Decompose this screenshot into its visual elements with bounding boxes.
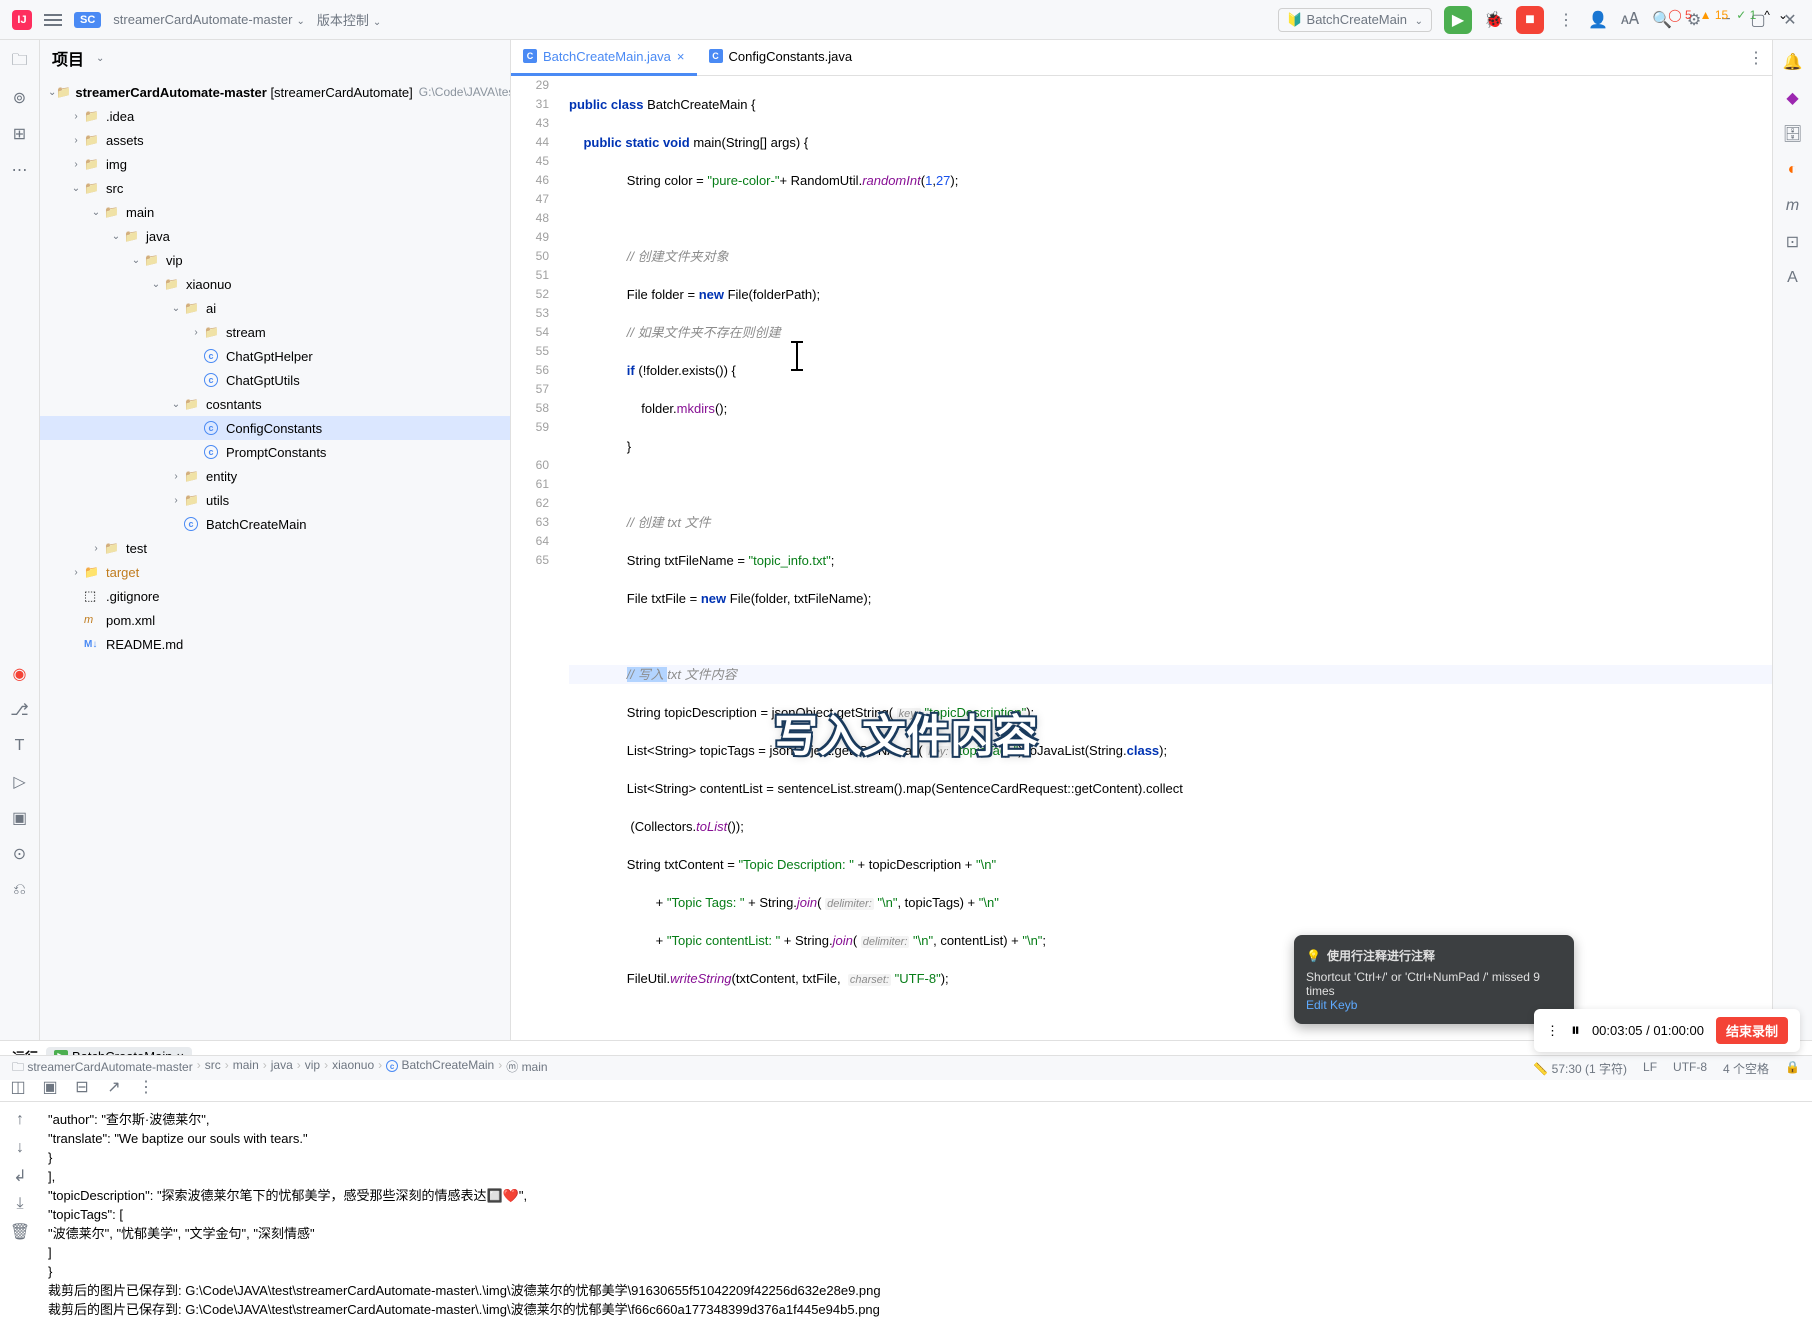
project-badge[interactable]: SC [74,12,101,28]
red-tool-icon[interactable]: ◉ [10,664,30,684]
run-config-selector[interactable]: 🔰 BatchCreateMain ⌄ [1278,8,1432,32]
recording-bar: ⋮ ⏸ 00:03:05 / 01:00:00 结束录制 [1534,1009,1800,1052]
tree-vip[interactable]: ⌄vip [40,248,510,272]
run-tb-3[interactable]: ⊟ [72,1077,92,1097]
debug-button[interactable]: 🐞 [1484,10,1504,30]
breadcrumb[interactable]: 🗀 streamerCardAutomate-master› src› main… [12,1058,548,1079]
tree-main[interactable]: ⌄main [40,200,510,224]
notif-icon[interactable]: 🔔 [1783,52,1803,72]
tree-xiaonuo[interactable]: ⌄xiaonuo [40,272,510,296]
cursor-pos: 📏 57:30 (1 字符) [1533,1060,1627,1077]
run-tb-1[interactable]: ◫ [8,1077,28,1097]
lock-icon[interactable]: 🔒 [1785,1060,1800,1077]
right-tool-1[interactable]: ◆ [1783,88,1803,108]
problems-tool-icon[interactable]: ⊙ [10,844,30,864]
tree-entity[interactable]: ›entity [40,464,510,488]
project-tool-icon[interactable]: 🗀 [10,52,30,72]
codewith-icon[interactable]: 👤 [1588,10,1608,30]
translate-icon[interactable]: 🗚 [1620,10,1640,30]
tab-menu-icon[interactable]: ⋮ [1752,48,1772,68]
tab-batchcreatemain[interactable]: CBatchCreateMain.java× [511,40,697,76]
pause-record-icon[interactable]: ⏸ [1571,1020,1580,1041]
tree-img[interactable]: ›img [40,152,510,176]
run-scroll-icon[interactable]: ⤓ [10,1194,30,1214]
run-tb-4[interactable]: ↗ [104,1077,124,1097]
tree-src[interactable]: ⌄src [40,176,510,200]
project-panel-title: 项目 [52,46,84,70]
issues-indicator[interactable]: ◯ 5 ▲ 15 ✓ 1 ^⌄ [1668,8,1788,22]
encoding[interactable]: UTF-8 [1673,1060,1707,1077]
play-tool-icon[interactable]: ▷ [10,772,30,792]
more-icon[interactable]: ⋮ [1556,10,1576,30]
stop-record-button[interactable]: 结束录制 [1716,1017,1788,1044]
record-settings-icon[interactable]: ⋮ [1546,1023,1559,1039]
tree-idea[interactable]: ›.idea [40,104,510,128]
keymap-tip: 💡使用行注释进行注释 Shortcut 'Ctrl+/' or 'Ctrl+Nu… [1294,935,1574,1024]
edit-keyb-link[interactable]: Edit Keyb [1306,998,1357,1012]
indent[interactable]: 4 个空格 [1723,1060,1769,1077]
right-tool-3[interactable]: ◐ [1783,160,1803,180]
tree-promptconstants[interactable]: PromptConstants [40,440,510,464]
right-tool-2[interactable]: 🗄 [1783,124,1803,144]
vcs-dropdown[interactable]: 版本控制⌄ [317,10,381,29]
stop-button[interactable]: ■ [1516,6,1544,34]
gutter: 29 31 43 44 45 46 47 48 49 50 51 52 53 5… [511,76,561,1040]
tree-utils[interactable]: ›utils [40,488,510,512]
terminal-tool-icon[interactable]: ▣ [10,808,30,828]
tree-chatgptutils[interactable]: ChatGptUtils [40,368,510,392]
tree-assets[interactable]: ›assets [40,128,510,152]
app-logo: IJ [12,10,32,30]
project-tree[interactable]: ⌄ streamerCardAutomate-master [streamerC… [40,76,510,1040]
t-tool-icon[interactable]: T [10,736,30,756]
run-down-icon[interactable]: ↓ [10,1138,30,1158]
tree-java[interactable]: ⌄java [40,224,510,248]
line-sep[interactable]: LF [1643,1060,1657,1077]
run-wrap-icon[interactable]: ↲ [10,1166,30,1186]
tree-readme[interactable]: M↓README.md [40,632,510,656]
tree-pomxml[interactable]: mpom.xml [40,608,510,632]
tree-stream[interactable]: ›stream [40,320,510,344]
record-time: 00:03:05 / 01:00:00 [1592,1023,1704,1038]
video-subtitle: 写入文件内容 [774,700,1038,764]
lightbulb-icon: 💡 [1306,949,1321,963]
run-trash-icon[interactable]: 🗑 [10,1222,30,1242]
main-menu-icon[interactable] [44,11,62,29]
tree-ai[interactable]: ⌄ai [40,296,510,320]
right-tool-6[interactable]: A [1783,268,1803,288]
code-editor[interactable]: 29 31 43 44 45 46 47 48 49 50 51 52 53 5… [511,76,1772,1040]
vcs-tool-icon[interactable]: ⎌ [10,880,30,900]
branch-tool-icon[interactable]: ⎇ [10,700,30,720]
run-button[interactable]: ▶ [1444,6,1472,34]
tree-test[interactable]: ›test [40,536,510,560]
tree-gitignore[interactable]: ⬚.gitignore [40,584,510,608]
run-tb-2[interactable]: ▣ [40,1077,60,1097]
structure-tool-icon[interactable]: ⊞ [10,124,30,144]
tree-cosntants[interactable]: ⌄cosntants [40,392,510,416]
code-content[interactable]: public class BatchCreateMain { public st… [561,76,1772,1040]
commit-tool-icon[interactable]: ⊚ [10,88,30,108]
right-tool-5[interactable]: ⊡ [1783,232,1803,252]
tree-chatgpthelper[interactable]: ChatGptHelper [40,344,510,368]
tree-configconstants[interactable]: ConfigConstants [40,416,510,440]
project-name[interactable]: streamerCardAutomate-master⌄ [113,12,305,27]
tree-target[interactable]: ›target [40,560,510,584]
right-tool-4[interactable]: m [1783,196,1803,216]
tree-root[interactable]: ⌄ streamerCardAutomate-master [streamerC… [40,80,510,104]
close-tab-icon[interactable]: × [677,49,685,64]
run-tb-more[interactable]: ⋮ [136,1077,156,1097]
tree-batchcreatemain[interactable]: BatchCreateMain [40,512,510,536]
more-tools-icon[interactable]: ⋯ [10,160,30,180]
run-output[interactable]: "author": "查尔斯·波德莱尔", "translate": "We b… [40,1102,1812,1330]
run-up-icon[interactable]: ↑ [10,1110,30,1130]
tab-configconstants[interactable]: CConfigConstants.java [697,40,865,76]
